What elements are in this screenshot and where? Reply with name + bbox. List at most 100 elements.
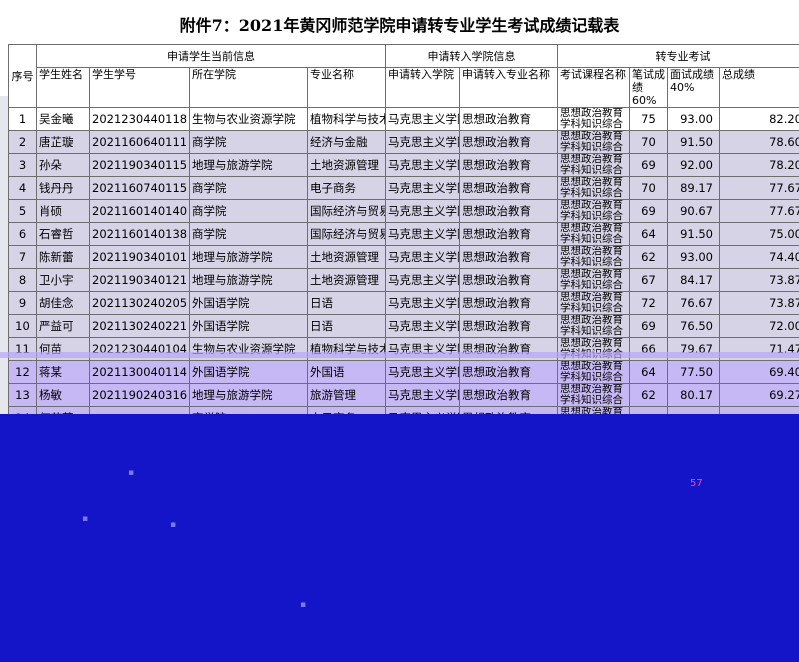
cell-course: 思想政治教育学科知识综合	[557, 222, 630, 246]
cell-college: 地理与旅游学院	[189, 153, 308, 177]
page-title: 附件7：2021年黄冈师范学院申请转专业学生考试成绩记载表	[179, 16, 620, 35]
table-row: 10严益可2021130240221外国语学院日语马克思主义学院思想政治教育思想…	[8, 314, 799, 338]
noise-dot: ▪	[82, 514, 89, 524]
table-row: 9胡佳念2021130240205外国语学院日语马克思主义学院思想政治教育思想政…	[8, 291, 799, 315]
cell-target-college: 马克思主义学院	[385, 268, 460, 292]
cell-target-college: 马克思主义学院	[385, 383, 460, 407]
cell-course: 思想政治教育学科知识综合	[557, 245, 630, 269]
cell-seq: 2	[8, 130, 37, 154]
table-row: 13杨敏2021190240316地理与旅游学院旅游管理马克思主义学院思想政治教…	[8, 383, 799, 407]
cell-name: 卫小宇	[36, 268, 90, 292]
cell-total: 82.20	[719, 107, 799, 131]
cell-interview: 93.00	[667, 245, 720, 269]
cell-seq: 7	[8, 245, 37, 269]
cell-seq: 12	[8, 360, 37, 384]
cell-interview: 76.50	[667, 314, 720, 338]
cell-seq: 1	[8, 107, 37, 131]
cell-target-college: 马克思主义学院	[385, 130, 460, 154]
noise-dot: ▪	[170, 520, 177, 530]
table-row: 1吴金曦2021230440118生物与农业资源学院植物科学与技术马克思主义学院…	[8, 107, 799, 131]
table-row: 2唐芷璇2021160640111商学院经济与金融马克思主义学院思想政治教育思想…	[8, 130, 799, 154]
cell-college: 地理与旅游学院	[189, 245, 308, 269]
header-total: 总成绩	[719, 67, 799, 108]
cell-name: 杨敏	[36, 383, 90, 407]
cell-name: 胡佳念	[36, 291, 90, 315]
cell-written: 64	[629, 360, 668, 384]
cell-student-id: 2021190340121	[89, 268, 190, 292]
cell-total: 74.40	[719, 245, 799, 269]
cell-college: 外国语学院	[189, 314, 308, 338]
cell-interview: 89.17	[667, 176, 720, 200]
cell-student-id: 2021190340115	[89, 153, 190, 177]
cell-name: 唐芷璇	[36, 130, 90, 154]
cell-course: 思想政治教育学科知识综合	[557, 176, 630, 200]
cell-interview: 77.50	[667, 360, 720, 384]
header-target-major: 申请转入专业名称	[459, 67, 558, 108]
cell-interview: 76.67	[667, 291, 720, 315]
table-row: 8卫小宇2021190340121地理与旅游学院土地资源管理马克思主义学院思想政…	[8, 268, 799, 292]
cell-target-college: 马克思主义学院	[385, 360, 460, 384]
cell-college: 外国语学院	[189, 291, 308, 315]
cell-target-major: 思想政治教育	[459, 360, 558, 384]
cell-total: 72.00	[719, 314, 799, 338]
cell-major: 外国语	[307, 360, 386, 384]
cell-target-college: 马克思主义学院	[385, 199, 460, 223]
cell-total: 75.00	[719, 222, 799, 246]
cell-written: 70	[629, 130, 668, 154]
cell-target-major: 思想政治教育	[459, 199, 558, 223]
cell-total: 73.87	[719, 268, 799, 292]
cell-course: 思想政治教育学科知识综合	[557, 130, 630, 154]
cell-written: 70	[629, 176, 668, 200]
cell-target-major: 思想政治教育	[459, 176, 558, 200]
header-seq: 序号	[8, 44, 37, 108]
cell-name: 严益可	[36, 314, 90, 338]
cell-major: 植物科学与技术	[307, 107, 386, 131]
cell-written: 72	[629, 291, 668, 315]
score-table: 序号 申请学生当前信息 申请转入学院信息 转专业考试 学生姓名 学生学号 所在学…	[8, 44, 799, 430]
cell-seq: 4	[8, 176, 37, 200]
cell-name: 蒋某	[36, 360, 90, 384]
cell-course: 思想政治教育学科知识综合	[557, 268, 630, 292]
stray-mark: 57	[690, 478, 703, 489]
table-row: 12蒋某2021130040114外国语学院外国语马克思主义学院思想政治教育思想…	[8, 360, 799, 384]
header-group-target: 申请转入学院信息	[385, 44, 558, 68]
cell-major: 土地资源管理	[307, 153, 386, 177]
cell-major: 土地资源管理	[307, 268, 386, 292]
cell-written: 69	[629, 199, 668, 223]
cell-college: 商学院	[189, 199, 308, 223]
cell-target-college: 马克思主义学院	[385, 291, 460, 315]
cell-college: 外国语学院	[189, 360, 308, 384]
cell-college: 商学院	[189, 222, 308, 246]
cell-course: 思想政治教育学科知识综合	[557, 199, 630, 223]
cell-name: 吴金曦	[36, 107, 90, 131]
cell-major: 旅游管理	[307, 383, 386, 407]
cell-total: 73.87	[719, 291, 799, 315]
table-row: 3孙朵2021190340115地理与旅游学院土地资源管理马克思主义学院思想政治…	[8, 153, 799, 177]
table-row: 7陈新蕾2021190340101地理与旅游学院土地资源管理马克思主义学院思想政…	[8, 245, 799, 269]
cell-seq: 13	[8, 383, 37, 407]
cell-college: 地理与旅游学院	[189, 383, 308, 407]
cell-major: 经济与金融	[307, 130, 386, 154]
cell-seq: 5	[8, 199, 37, 223]
cell-written: 67	[629, 268, 668, 292]
cell-college: 地理与旅游学院	[189, 268, 308, 292]
cell-course: 思想政治教育学科知识综合	[557, 314, 630, 338]
cell-target-college: 马克思主义学院	[385, 222, 460, 246]
cell-target-major: 思想政治教育	[459, 314, 558, 338]
cell-college: 生物与农业资源学院	[189, 107, 308, 131]
cell-target-major: 思想政治教育	[459, 268, 558, 292]
cell-seq: 9	[8, 291, 37, 315]
cell-major: 土地资源管理	[307, 245, 386, 269]
header-course: 考试课程名称	[557, 67, 630, 108]
cell-written: 62	[629, 245, 668, 269]
cell-student-id: 2021190340101	[89, 245, 190, 269]
cell-total: 78.20	[719, 153, 799, 177]
cell-course: 思想政治教育学科知识综合	[557, 153, 630, 177]
header-written: 笔试成绩 60%	[629, 67, 668, 108]
header-name: 学生姓名	[36, 67, 90, 108]
cell-total: 77.67	[719, 176, 799, 200]
cell-target-major: 思想政治教育	[459, 245, 558, 269]
header-group-current: 申请学生当前信息	[36, 44, 386, 68]
table-body: 1吴金曦2021230440118生物与农业资源学院植物科学与技术马克思主义学院…	[8, 107, 799, 430]
cell-target-major: 思想政治教育	[459, 153, 558, 177]
